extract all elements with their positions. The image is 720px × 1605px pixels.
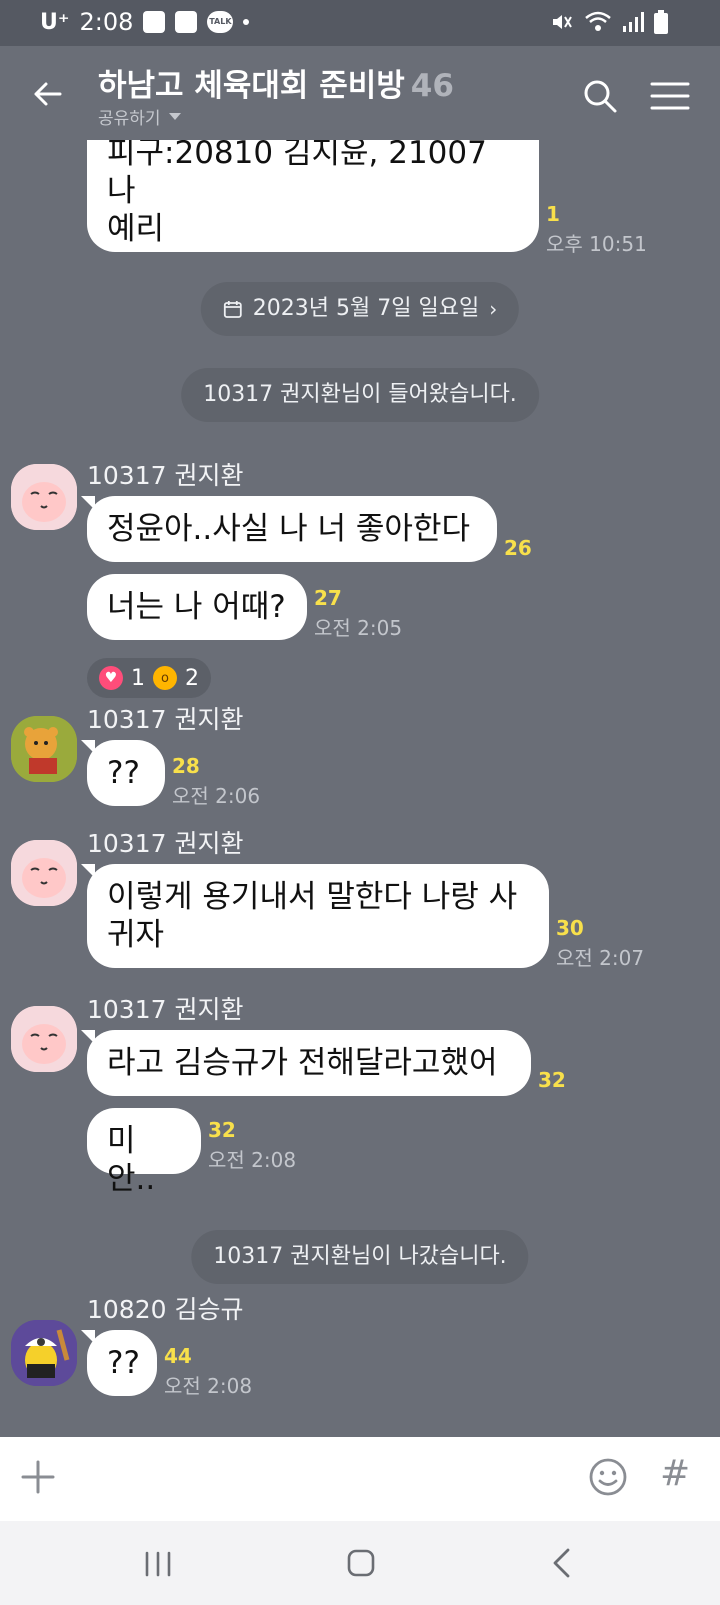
chat-title[interactable]: 하남고 체육대회 준비방 46	[98, 60, 454, 105]
message-time: 오전 2:08	[164, 1374, 253, 1398]
search-icon[interactable]	[582, 78, 618, 114]
unread-count: 28	[172, 754, 200, 778]
message-text: 라고 김승규가 전해달라고했어	[107, 1045, 498, 1081]
sender-name[interactable]: 10317 권지환	[87, 990, 243, 1026]
reaction-bar[interactable]: ♥ 1 o 2	[87, 658, 211, 698]
message-bubble[interactable]: ??	[81, 740, 165, 806]
unread-count: 32	[208, 1118, 236, 1142]
chat-room-name: 하남고 체육대회 준비방	[98, 68, 405, 104]
message-text: ??	[107, 755, 140, 791]
message-bubble-partial[interactable]: 우린 피구:20810 김지윤, 21007 나 예리	[87, 140, 539, 252]
unread-count: 27	[314, 586, 342, 610]
share-dropdown[interactable]: 공유하기	[98, 104, 181, 129]
message-time: 오전 2:06	[172, 784, 261, 808]
chevron-down-icon	[168, 113, 181, 120]
calendar-icon	[223, 301, 242, 318]
message-line: 피구:20810 김지윤, 21007 나	[107, 140, 487, 209]
heart-reaction-icon: ♥	[99, 666, 123, 690]
gallery-notification-icon	[143, 11, 166, 33]
date-divider[interactable]: 2023년 5월 7일 일요일 ›	[200, 282, 520, 336]
status-time: 2:08	[79, 8, 134, 36]
clock-notification-icon	[175, 11, 198, 33]
bubble-tail	[81, 740, 95, 754]
battery-icon	[654, 10, 668, 34]
menu-icon[interactable]	[650, 80, 690, 112]
message-time: 오전 2:08	[208, 1148, 297, 1172]
chevron-right-icon: ›	[489, 297, 498, 321]
avatar[interactable]	[11, 716, 77, 782]
message-bubble[interactable]: 미안..	[87, 1108, 201, 1197]
more-notifications-dot-icon	[243, 19, 250, 25]
surprised-reaction-icon: o	[153, 666, 177, 690]
back-chevron-icon[interactable]	[548, 1547, 576, 1579]
message-input-bar[interactable]: #	[0, 1437, 720, 1521]
system-notice-joined: 10317 권지환님이 들어왔습니다.	[181, 368, 539, 422]
apeach-avatar-icon	[11, 464, 77, 530]
home-icon[interactable]	[347, 1549, 375, 1577]
sender-name[interactable]: 10317 권지환	[87, 700, 243, 736]
bubble-tail	[81, 496, 95, 510]
avatar[interactable]	[11, 840, 77, 906]
apeach-avatar-icon	[11, 1006, 77, 1072]
system-nav-bar	[0, 1521, 720, 1605]
signal-icon	[623, 12, 644, 32]
unread-count: 44	[164, 1344, 192, 1368]
message-line: 예리	[107, 211, 165, 247]
hashtag-button[interactable]: #	[660, 1453, 690, 1494]
avatar[interactable]	[11, 1006, 77, 1072]
unread-count: 32	[538, 1068, 566, 1092]
character-avatar-icon	[11, 1320, 77, 1386]
talk-notification-icon: TALK	[207, 11, 234, 33]
chat-area[interactable]: 우린 피구:20810 김지윤, 21007 나 예리 1 오후 10:51 2…	[0, 140, 720, 1437]
bubble-tail	[81, 1330, 95, 1344]
sender-name[interactable]: 10317 권지환	[87, 456, 243, 492]
surprised-reaction-count: 2	[185, 665, 199, 691]
avatar[interactable]	[11, 464, 77, 530]
status-bar: U⁺ 2:08 TALK	[0, 0, 720, 46]
ryan-avatar-icon	[11, 716, 77, 782]
back-arrow-icon[interactable]	[30, 76, 66, 112]
date-divider-label: 2023년 5월 7일 일요일	[252, 296, 480, 321]
mute-icon	[553, 15, 572, 29]
unread-count: 26	[504, 536, 532, 560]
unread-count: 30	[556, 916, 584, 940]
recent-apps-icon[interactable]	[143, 1551, 173, 1577]
apeach-avatar-icon	[11, 840, 77, 906]
bubble-tail	[81, 1030, 95, 1044]
member-count: 46	[410, 68, 454, 104]
chat-header: 하남고 체육대회 준비방 46 공유하기	[0, 46, 720, 140]
message-time: 오후 10:51	[546, 232, 647, 256]
heart-reaction-count: 1	[131, 665, 145, 691]
message-bubble[interactable]: 너는 나 어때?	[87, 574, 307, 640]
message-bubble[interactable]: 이렇게 용기내서 말한다 나랑 사 귀자	[81, 864, 549, 968]
message-text: ??	[107, 1345, 140, 1381]
wifi-icon	[585, 11, 611, 31]
message-bubble[interactable]: 라고 김승규가 전해달라고했어	[81, 1030, 531, 1096]
system-notice-left: 10317 권지환님이 나갔습니다.	[191, 1230, 529, 1284]
message-text: 미안..	[107, 1123, 156, 1197]
message-text: 너는 나 어때?	[107, 589, 286, 625]
emoji-icon[interactable]	[588, 1457, 628, 1497]
sender-name[interactable]: 10317 권지환	[87, 824, 243, 860]
message-line: 귀자	[107, 917, 165, 953]
carrier-label: U⁺	[40, 9, 70, 35]
message-bubble[interactable]: ??	[81, 1330, 157, 1396]
share-label: 공유하기	[98, 109, 161, 129]
sender-name[interactable]: 10820 김승규	[87, 1290, 243, 1326]
message-line: 이렇게 용기내서 말한다 나랑 사	[107, 879, 518, 915]
message-time: 오전 2:05	[314, 616, 403, 640]
plus-icon[interactable]	[20, 1459, 56, 1495]
message-time: 오전 2:07	[556, 946, 645, 970]
avatar[interactable]	[11, 1320, 77, 1386]
message-bubble[interactable]: 정윤아..사실 나 너 좋아한다	[81, 496, 497, 562]
unread-count: 1	[546, 202, 560, 226]
message-text: 정윤아..사실 나 너 좋아한다	[107, 511, 470, 547]
bubble-tail	[81, 864, 95, 878]
